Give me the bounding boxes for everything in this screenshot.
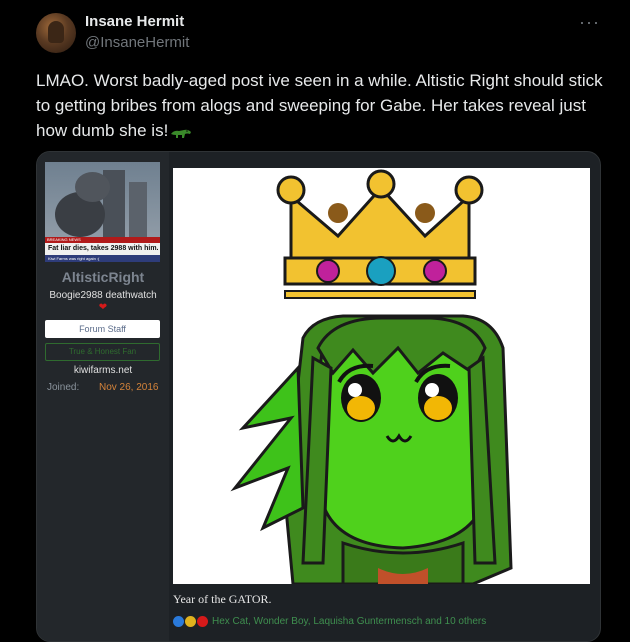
crocodile-emoji-icon <box>171 129 192 138</box>
gator-crown-image[interactable] <box>173 168 590 584</box>
winner-icon <box>185 615 196 627</box>
user-avatar[interactable]: BREAKING NEWS Fat liar dies, takes 2988 … <box>45 162 160 262</box>
more-options-icon[interactable]: ··· <box>579 12 600 33</box>
post-caption: Year of the GATOR. <box>173 592 272 606</box>
post-username[interactable]: AltisticRight <box>37 269 169 285</box>
heart-icon <box>197 615 208 627</box>
embedded-forum-post[interactable]: BREAKING NEWS Fat liar dies, takes 2988 … <box>36 151 601 642</box>
fan-badge: True & Honest Fan <box>45 343 160 361</box>
like-icon <box>173 615 184 627</box>
post-user-sidebar: BREAKING NEWS Fat liar dies, takes 2988 … <box>37 152 169 641</box>
heart-icon: ❤ <box>98 302 108 313</box>
reactions-text[interactable]: Hex Cat, Wonder Boy, Laquisha Guntermens… <box>212 616 486 627</box>
news-subline: Kiwi Farms was right again :( <box>45 255 160 262</box>
avatar-smoke <box>75 172 110 202</box>
reactions-bar[interactable]: Hex Cat, Wonder Boy, Laquisha Guntermens… <box>173 614 486 628</box>
gator-illustration <box>230 169 513 584</box>
display-name[interactable]: Insane Hermit <box>85 13 184 30</box>
news-headline: Fat liar dies, takes 2988 with him. <box>45 243 160 255</box>
tweet-body: LMAO. Worst badly-aged post ive seen in … <box>36 71 603 140</box>
avatar[interactable] <box>36 13 76 53</box>
joined-label: Joined: <box>47 382 80 393</box>
forum-staff-badge: Forum Staff <box>45 320 160 338</box>
user-title: Boogie2988 deathwatch <box>49 290 157 301</box>
site-name: kiwifarms.net <box>73 365 133 376</box>
handle[interactable]: @InsaneHermit <box>85 34 189 51</box>
tweet-text: LMAO. Worst badly-aged post ive seen in … <box>36 68 606 143</box>
joined-date: Nov 26, 2016 <box>99 382 159 393</box>
tweet: Insane Hermit @InsaneHermit ··· LMAO. Wo… <box>0 0 630 642</box>
avatar-tower <box>129 182 147 240</box>
